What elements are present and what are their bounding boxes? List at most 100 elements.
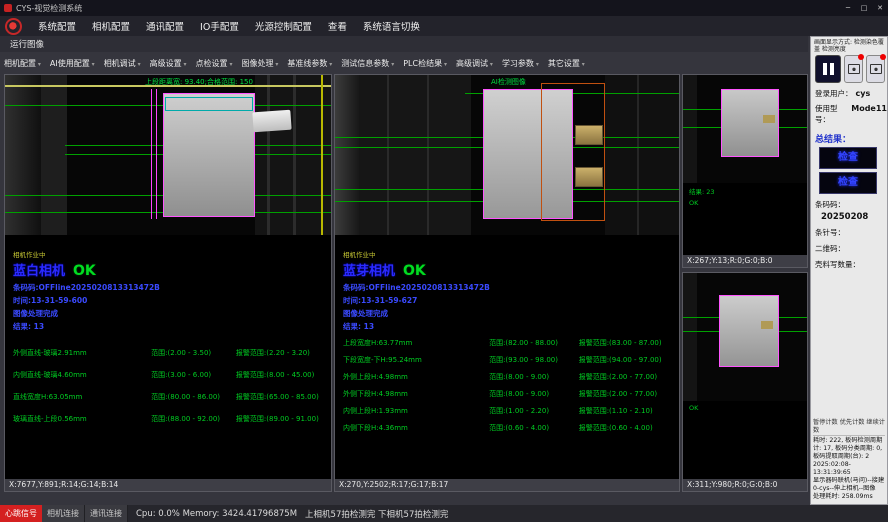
toolbar-item[interactable]: 高级设置 bbox=[150, 58, 187, 69]
image-save-button[interactable] bbox=[866, 55, 885, 83]
small-info-line: 结果: 23 bbox=[689, 186, 807, 196]
log-line: 板码提取周期(台): 2 bbox=[813, 453, 885, 461]
menu-item[interactable]: 系统语言切换 bbox=[355, 19, 428, 33]
app-logo-icon bbox=[5, 18, 22, 35]
result-badge: OK bbox=[73, 263, 96, 279]
toolbar-item[interactable]: PLC检结果 bbox=[403, 58, 447, 69]
product-region bbox=[719, 295, 779, 367]
measurement-row: 外侧上段H:4.98mm 范围:(8.00 - 9.00) 报警范围:(2.00… bbox=[343, 372, 675, 382]
scene-shape bbox=[335, 75, 359, 235]
maximize-button[interactable]: □ bbox=[856, 0, 872, 16]
toolbar-item[interactable]: 相机调试 bbox=[104, 58, 141, 69]
ai-overlay-label: AI检测图像 bbox=[491, 77, 526, 87]
scene-shape bbox=[41, 75, 67, 235]
measurement-row: 上段宽度H:63.77mm 范围:(82.00 - 88.00) 报警范围:(8… bbox=[343, 338, 675, 348]
overlay-line bbox=[156, 89, 157, 219]
camera-title: 蓝芽相机OK bbox=[343, 260, 679, 279]
toolbar-item[interactable]: 点检设置 bbox=[196, 58, 233, 69]
heartbeat-indicator: 心跳信号 bbox=[0, 505, 42, 522]
camera-view-right[interactable]: AI检测图像 bbox=[335, 75, 679, 235]
toolbar-item[interactable]: AI使用配置 bbox=[50, 58, 95, 69]
left-camera-panel: 上段距离宽: 93.40;合格范围: 150 相机作业中 蓝白相机OK 条码码:… bbox=[4, 74, 332, 492]
scene-shape bbox=[293, 75, 296, 235]
menu-item[interactable]: 光源控制配置 bbox=[247, 19, 320, 33]
pause-icon bbox=[830, 63, 834, 75]
measurement-list: 上段宽度H:63.77mm 范围:(82.00 - 88.00) 报警范围:(8… bbox=[335, 338, 679, 433]
small-camera-panel-top: 结果: 23 OK X:267;Y:13;R:0;G:0;B:0 bbox=[682, 74, 808, 268]
toolbar-item[interactable]: 测试信息参数 bbox=[341, 58, 394, 69]
minimize-button[interactable]: ─ bbox=[840, 0, 856, 16]
overlay-line bbox=[151, 89, 152, 219]
menu-item[interactable]: 通讯配置 bbox=[138, 19, 192, 33]
menu-item[interactable]: 系统配置 bbox=[30, 19, 84, 33]
connector-part bbox=[575, 167, 603, 187]
model-label: 使用型号： bbox=[815, 103, 848, 125]
needle-field-label: 条针号： bbox=[815, 227, 887, 238]
camera-snapshot-button[interactable] bbox=[844, 55, 863, 83]
pause-button[interactable] bbox=[815, 55, 841, 83]
control-buttons bbox=[815, 55, 885, 83]
measurement-row: 外侧下段H:4.98mm 范围:(8.00 - 9.00) 报警范围:(2.00… bbox=[343, 389, 675, 399]
connector-part bbox=[575, 125, 603, 145]
measurement-row: 内侧上段H:1.93mm 范围:(1.00 - 2.20) 报警范围:(1.10… bbox=[343, 406, 675, 416]
camera-toolbar: 相机配置 AI使用配置 相机调试 高级设置 点检设置 图像处理 基准线参数 测试… bbox=[4, 56, 680, 71]
barcode-line: 条码码:OFFline2025020813313472B bbox=[13, 282, 331, 293]
connector-part bbox=[763, 115, 775, 123]
pixel-coords-readout: X:311;Y:980;R:0;G:0;B:0 bbox=[683, 479, 807, 491]
app-icon bbox=[4, 4, 12, 12]
shell-count-label: 壳料写数量： bbox=[815, 259, 887, 270]
measurement-row: 直线宽度H:63.05mm 范围:(80.00 - 86.00) 报警范围:(6… bbox=[13, 392, 327, 402]
log-line: 处理耗时: 258.09ms bbox=[813, 493, 885, 501]
camera-name: 蓝白相机 bbox=[13, 264, 65, 279]
pixel-coords-readout: X:267;Y:13;R:0;G:0;B:0 bbox=[683, 255, 807, 267]
model-value: Mode11 bbox=[851, 104, 887, 113]
connector-part bbox=[761, 321, 773, 329]
scene-shape bbox=[267, 75, 270, 235]
login-user-label: 登录用户： bbox=[815, 88, 853, 99]
time-line: 时间:13-31-59-600 bbox=[13, 295, 331, 306]
result-badge: OK bbox=[403, 263, 426, 279]
camera-view-small-top[interactable] bbox=[683, 75, 807, 183]
comm-connection-indicator: 通讯连接 bbox=[85, 505, 128, 522]
measurement-row: 玻璃直线-上段0.56mm 范围:(88.00 - 92.00) 报警范围:(8… bbox=[13, 414, 327, 424]
menu-item[interactable]: 相机配置 bbox=[84, 19, 138, 33]
scene-shape bbox=[427, 75, 429, 235]
camera-test-status: 上相机57拍检测完 下相机57拍检测完 bbox=[305, 508, 448, 520]
camera-view-left[interactable]: 上段距离宽: 93.40;合格范围: 150 bbox=[5, 75, 331, 235]
scene-shape bbox=[387, 75, 389, 235]
close-button[interactable]: ✕ bbox=[872, 0, 888, 16]
alert-badge bbox=[858, 54, 864, 60]
log-header: 暂停计数 优先计数 继续计数 bbox=[813, 419, 885, 436]
camera-view-small-bottom[interactable] bbox=[683, 273, 807, 401]
tab-run-image[interactable]: 运行图像 bbox=[0, 38, 54, 50]
count-line: 结果: 13 bbox=[13, 321, 331, 332]
toolbar-item[interactable]: 学习参数 bbox=[502, 58, 539, 69]
camera-connection-indicator: 相机连接 bbox=[42, 505, 85, 522]
toolbar-item[interactable]: 高级调试 bbox=[456, 58, 493, 69]
toolbar-item[interactable]: 基准线参数 bbox=[287, 58, 332, 69]
title-bar: CYS-视觉检测系统 ─ □ ✕ bbox=[0, 0, 888, 16]
menu-bar: 系统配置 相机配置 通讯配置 IO手配置 光源控制配置 查看 系统语言切换 bbox=[0, 16, 888, 36]
product-region bbox=[163, 93, 255, 217]
toolbar-item[interactable]: 其它设置 bbox=[548, 58, 585, 69]
measurement-row: 内侧直线-玻璃4.60mm 范围:(3.00 - 6.00) 报警范围:(8.0… bbox=[13, 370, 327, 380]
log-line: 计: 17, 板码分类周期: 0, bbox=[813, 445, 885, 453]
login-user-value: cys bbox=[856, 89, 871, 98]
toolbar-item[interactable]: 相机配置 bbox=[4, 58, 41, 69]
measurement-list: 外侧直线-玻璃2.91mm 范围:(2.00 - 3.50) 报警范围:(2.2… bbox=[5, 348, 331, 424]
display-mode-note: 画面显示方式: 检测染色覆盖 检测亮度 bbox=[814, 39, 885, 53]
measure-overlay-label: 上段距离宽: 93.40;合格范围: 150 bbox=[145, 77, 253, 87]
result-indicator: 检查 bbox=[819, 172, 877, 194]
small-info-line: OK bbox=[689, 199, 807, 207]
menu-item[interactable]: IO手配置 bbox=[192, 19, 247, 33]
camera-icon bbox=[848, 64, 860, 74]
process-line: 图像处理完成 bbox=[343, 308, 679, 319]
connector-part bbox=[252, 110, 291, 133]
toolbar-item[interactable]: 图像处理 bbox=[241, 58, 278, 69]
scene-shape bbox=[637, 75, 639, 235]
camera-title: 蓝白相机 OK bbox=[13, 260, 331, 279]
count-line: 结果: 13 bbox=[343, 321, 679, 332]
window-controls: ─ □ ✕ bbox=[840, 0, 888, 16]
tab-bar: 运行图像 bbox=[0, 36, 808, 52]
menu-item[interactable]: 查看 bbox=[320, 19, 355, 33]
